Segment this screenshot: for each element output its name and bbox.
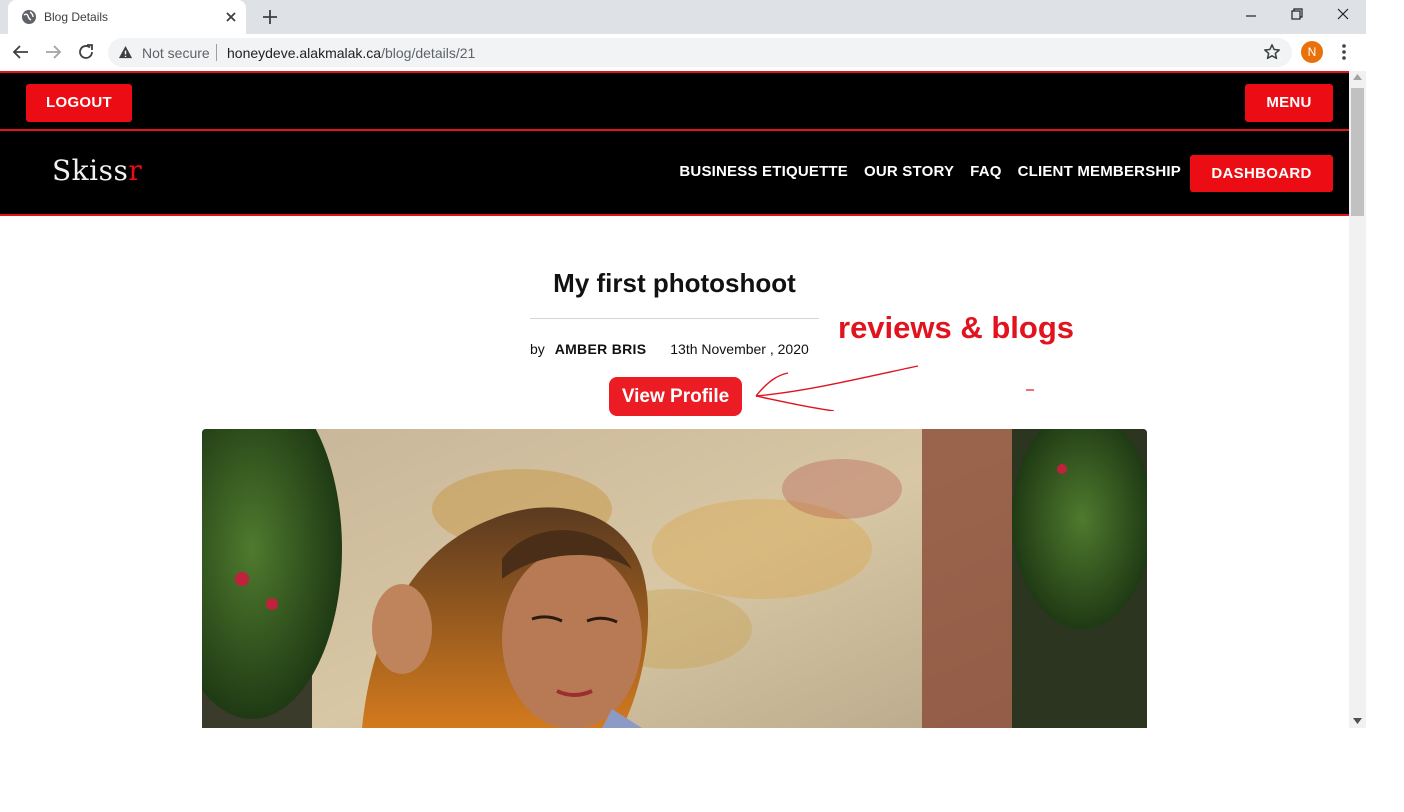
- view-profile-button[interactable]: View Profile: [609, 377, 742, 416]
- browser-tab[interactable]: Blog Details: [8, 0, 246, 34]
- logout-button[interactable]: LOGOUT: [26, 84, 132, 122]
- annotation-arrow-icon: [755, 365, 1034, 411]
- post-title: My first photoshoot: [553, 268, 796, 298]
- back-arrow-icon[interactable]: [12, 43, 30, 61]
- nav-link-client-membership[interactable]: CLIENT MEMBERSHIP: [1018, 163, 1181, 180]
- post-hero-image: [202, 429, 1147, 728]
- page-scrollbar[interactable]: [1349, 71, 1366, 728]
- bookmark-star-icon[interactable]: [1263, 43, 1281, 61]
- dashboard-button[interactable]: DASHBOARD: [1190, 155, 1333, 192]
- nav-link-business-etiquette[interactable]: BUSINESS ETIQUETTE: [679, 163, 848, 180]
- warning-icon[interactable]: [118, 45, 133, 60]
- scrollbar-thumb[interactable]: [1351, 88, 1364, 216]
- site-logo[interactable]: Skissr: [52, 154, 142, 187]
- nav-link-our-story[interactable]: OUR STORY: [864, 163, 954, 180]
- new-tab-icon[interactable]: [261, 8, 279, 26]
- minimize-icon[interactable]: [1243, 8, 1259, 24]
- scroll-up-icon[interactable]: [1353, 74, 1362, 80]
- restore-icon[interactable]: [1289, 6, 1305, 22]
- hero-photo-illustration: [202, 429, 1147, 728]
- main-navigation: Skissr BUSINESS ETIQUETTE OUR STORY FAQ …: [0, 131, 1349, 216]
- url-text[interactable]: honeydeve.alakmalak.ca/blog/details/21: [227, 45, 475, 61]
- url-host: honeydeve.alakmalak.ca: [227, 45, 382, 61]
- menu-button[interactable]: MENU: [1245, 84, 1333, 122]
- post-date: 13th November , 2020: [670, 341, 809, 357]
- nav-link-faq[interactable]: FAQ: [970, 163, 1001, 180]
- more-options-icon[interactable]: [1336, 42, 1352, 62]
- url-path: /blog/details/21: [381, 45, 476, 61]
- logo-accent-letter: r: [128, 154, 143, 187]
- title-divider: [530, 318, 819, 319]
- by-label: by: [530, 341, 545, 357]
- scroll-down-icon[interactable]: [1353, 718, 1362, 724]
- forward-arrow-icon[interactable]: [44, 43, 62, 61]
- globe-icon: [22, 10, 36, 24]
- tab-title: Blog Details: [44, 10, 109, 24]
- top-utility-bar: LOGOUT MENU: [0, 71, 1349, 131]
- nav-links: BUSINESS ETIQUETTE OUR STORY FAQ CLIENT …: [679, 163, 1181, 180]
- browser-toolbar: Not secure honeydeve.alakmalak.ca/blog/d…: [0, 34, 1366, 72]
- address-bar[interactable]: Not secure honeydeve.alakmalak.ca/blog/d…: [108, 38, 1292, 67]
- security-label[interactable]: Not secure: [142, 45, 210, 61]
- logo-main-text: Skiss: [52, 154, 129, 187]
- browser-tab-strip: Blog Details: [0, 0, 1366, 34]
- profile-avatar[interactable]: N: [1301, 41, 1323, 63]
- reload-icon[interactable]: [77, 43, 95, 61]
- close-tab-icon[interactable]: [224, 10, 238, 24]
- annotation-text: reviews & blogs: [838, 310, 1075, 345]
- post-byline: by AMBER BRIS 13th November , 2020: [530, 341, 809, 357]
- post-author[interactable]: AMBER BRIS: [555, 341, 647, 357]
- page-viewport: LOGOUT MENU Skissr BUSINESS ETIQUETTE OU…: [0, 71, 1349, 728]
- window-close-icon[interactable]: [1335, 6, 1351, 22]
- omnibox-divider: [216, 44, 217, 61]
